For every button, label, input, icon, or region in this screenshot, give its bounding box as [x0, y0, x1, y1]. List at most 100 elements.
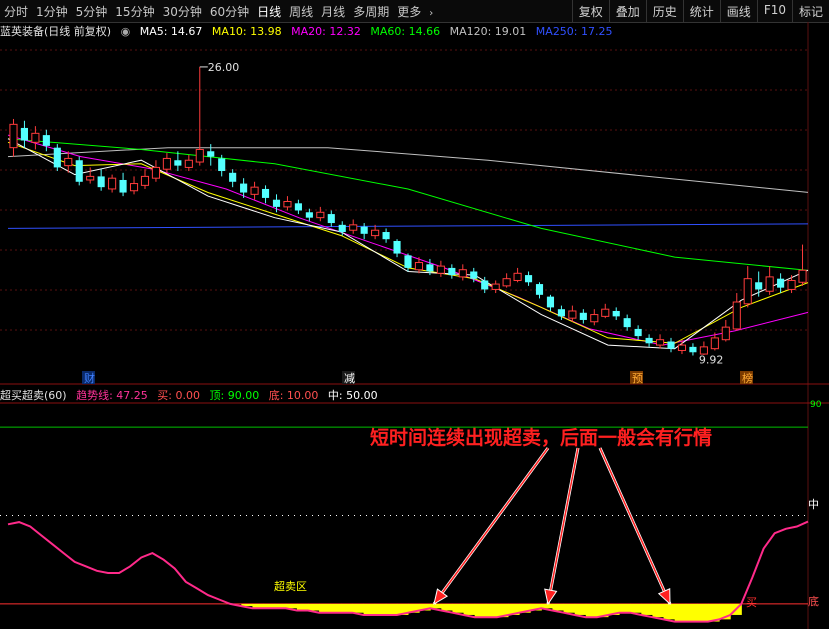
- candle-body-down: [481, 280, 489, 290]
- more-chevron-icon[interactable]: ›: [429, 8, 433, 19]
- candle-body-down: [634, 328, 642, 337]
- toolbar-button-3[interactable]: 统计: [682, 0, 720, 22]
- oversold-bar: [585, 603, 598, 618]
- oversold-bar: [608, 603, 620, 615]
- candle-body-up: [590, 314, 599, 323]
- arrow-right-head: [657, 588, 671, 606]
- kline-chart[interactable]: 26.00 9.92 财 减 预 榜买: [0, 0, 829, 629]
- oversold-bar: [485, 603, 498, 618]
- ma120-value: MA120: 19.01: [449, 25, 527, 38]
- period-tab-2[interactable]: 5分钟: [76, 5, 108, 19]
- oversold-bar: [296, 603, 309, 611]
- ma10-value: MA10: 13.98: [211, 25, 282, 38]
- main-legend: 蓝英装备(日线 前复权) ◉ MA5: 14.67 MA10: 13.98 MA…: [0, 23, 829, 39]
- oversold-bar: [563, 603, 576, 613]
- period-tab-3[interactable]: 15分钟: [115, 5, 154, 19]
- toolbar-button-1[interactable]: 叠加: [608, 0, 646, 22]
- period-tab-5[interactable]: 60分钟: [210, 5, 249, 19]
- candle-body-down: [448, 267, 456, 276]
- oversold-bar: [463, 603, 476, 615]
- toolbar-button-5[interactable]: F10: [756, 0, 792, 22]
- candle-body-up: [9, 123, 18, 149]
- candle-body-down: [360, 226, 368, 234]
- arrow-right-shaft: [599, 447, 671, 605]
- oversold-bar: [396, 603, 409, 615]
- ma5-value: MA5: 14.67: [139, 25, 203, 38]
- ma250-value: MA250: 17.25: [535, 25, 613, 38]
- candle-body-up: [502, 278, 511, 287]
- oversold-bar: [430, 603, 442, 609]
- oversold-bar: [241, 603, 253, 607]
- candle-body-down: [645, 337, 653, 344]
- candle-body-down: [20, 127, 28, 141]
- period-tab-10[interactable]: 更多: [397, 5, 421, 19]
- ma60-line: [7, 138, 809, 271]
- ma5-line: [7, 138, 809, 350]
- oversold-bar: [252, 603, 265, 609]
- oversold-bar: [363, 603, 376, 615]
- period-tab-8[interactable]: 月线: [321, 5, 345, 19]
- arrow-left-shaft: [433, 447, 549, 605]
- period-tab-0[interactable]: 分时: [4, 5, 28, 19]
- arrow-middle-shaft-outline: [546, 447, 580, 605]
- candle-body-down: [42, 135, 50, 146]
- oversold-bar: [574, 603, 587, 615]
- candle-body-down: [207, 151, 215, 157]
- candle-body-up: [721, 326, 730, 341]
- candle-body-up: [162, 157, 171, 170]
- ma120-line: [7, 147, 809, 193]
- candle-body-up: [655, 339, 665, 346]
- period-tabs: 分时 1分钟 5分钟 15分钟 30分钟 60分钟 日线 周线 月线 多周期 更多 ›: [4, 3, 441, 20]
- candle-body-up: [568, 310, 577, 319]
- candle-body-up: [349, 224, 358, 231]
- candle-body-up: [414, 262, 424, 271]
- toolbar-button-2[interactable]: 历史: [645, 0, 683, 22]
- candle-body-down: [623, 318, 631, 328]
- candle-body-down: [338, 224, 346, 233]
- candle-body-up: [283, 201, 292, 208]
- low-price-label: 9.92: [699, 353, 724, 366]
- ma60-value: MA60: 14.66: [370, 25, 441, 38]
- candle-body-up: [64, 157, 73, 167]
- toolbar-button-6[interactable]: 标记: [791, 0, 829, 22]
- period-tab-7[interactable]: 周线: [289, 5, 313, 19]
- period-tab-9[interactable]: 多周期: [353, 5, 389, 19]
- candle-body-up: [86, 175, 95, 181]
- candle-body-up: [31, 132, 40, 143]
- candle-body-up: [151, 166, 161, 179]
- oversold-bar: [441, 603, 453, 611]
- toolbar-button-4[interactable]: 画线: [719, 0, 757, 22]
- high-price-label: 26.00: [208, 61, 240, 74]
- candle-body-up: [677, 344, 687, 351]
- settings-icon[interactable]: ◉: [121, 25, 131, 38]
- candle-body-down: [305, 212, 313, 218]
- stock-title[interactable]: 蓝英装备(日线 前复权): [0, 25, 111, 38]
- oversold-bar: [641, 603, 653, 615]
- axis-label-bottom: 底: [808, 595, 819, 608]
- event-marker: 榜: [742, 371, 753, 385]
- sub-legend: 超买超卖(60) 趋势线: 47.25 买: 0.00 顶: 90.00 底: …: [0, 387, 829, 403]
- period-tab-4[interactable]: 30分钟: [163, 5, 202, 19]
- oversold-bar: [685, 603, 698, 622]
- oversold-bar: [341, 603, 353, 613]
- candle-body-down: [327, 214, 335, 224]
- oversold-bar: [652, 603, 665, 618]
- candle-body-down: [777, 278, 785, 288]
- candle-body-down: [612, 310, 620, 317]
- candle-body-down: [557, 309, 565, 317]
- candle-body-down: [218, 158, 226, 172]
- candle-body-down: [229, 172, 237, 182]
- toolbar-button-0[interactable]: 复权: [571, 0, 609, 22]
- oversold-bar: [730, 603, 742, 615]
- ma250-line: [7, 223, 809, 229]
- period-tab-1[interactable]: 1分钟: [36, 5, 68, 19]
- oversold-bar: [308, 603, 320, 611]
- candle-body-down: [294, 203, 302, 211]
- candle-body-up: [316, 211, 325, 219]
- candle-body-down: [426, 264, 434, 272]
- buy-value: 买: 0.00: [157, 389, 200, 402]
- period-tab-6[interactable]: 日线: [257, 5, 281, 19]
- indicator-name[interactable]: 超买超卖(60): [0, 389, 67, 402]
- oversold-bar: [719, 603, 731, 620]
- candle-body-down: [240, 183, 248, 193]
